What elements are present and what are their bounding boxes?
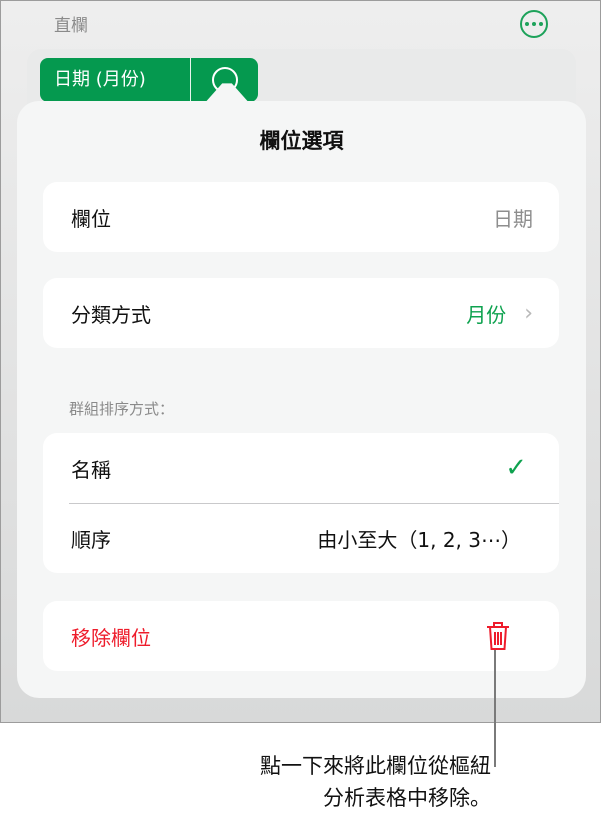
field-value: 日期: [493, 206, 533, 231]
field-pill-label[interactable]: 日期 (月份): [40, 58, 191, 102]
remove-field-label: 移除欄位: [71, 625, 151, 650]
group-by-label: 分類方式: [71, 302, 151, 327]
field-options-popover: 欄位選項 欄位 日期 分類方式 月份 › 群組排序方式： 名稱 ✓ 順序 由小至…: [17, 101, 586, 698]
section-title: 直欄: [54, 16, 88, 36]
remove-card[interactable]: 移除欄位: [43, 601, 559, 671]
field-row: 欄位 日期: [43, 182, 559, 252]
sort-name-label: 名稱: [71, 457, 111, 482]
sort-by-name-row[interactable]: 名稱 ✓: [43, 433, 559, 503]
group-by-card[interactable]: 分類方式 月份 ›: [43, 278, 559, 348]
sort-card: 名稱 ✓ 順序 由小至大（1, 2, 3⋯）: [43, 433, 559, 573]
sort-section-label: 群組排序方式：: [69, 400, 175, 418]
group-by-value: 月份: [466, 302, 507, 327]
trash-icon[interactable]: [485, 621, 511, 651]
callout-text: 點一下來將此欄位從樞紐 分析表格中移除。: [260, 750, 491, 814]
chevron-right-icon: ›: [524, 300, 533, 326]
callout-line-1: 點一下來將此欄位從樞紐: [260, 754, 491, 778]
group-by-row[interactable]: 分類方式 月份 ›: [43, 278, 559, 348]
callout-line-2: 分析表格中移除。: [323, 786, 491, 810]
remove-field-button[interactable]: 移除欄位: [43, 601, 559, 671]
callout-line: [494, 650, 496, 767]
sort-order-value: 由小至大（1, 2, 3⋯）: [317, 527, 521, 552]
sort-order-row[interactable]: 順序 由小至大（1, 2, 3⋯）: [43, 503, 559, 573]
checkmark-icon: ✓: [505, 453, 527, 483]
more-options-icon[interactable]: [520, 10, 548, 38]
sort-order-label: 順序: [71, 527, 111, 552]
screenshot-frame: 直欄 日期 (月份) 欄位選項 欄位 日期 分類方式 月份 › 群組排序方式： …: [0, 0, 601, 723]
field-label: 欄位: [71, 206, 111, 231]
field-card: 欄位 日期: [43, 182, 559, 252]
popover-title: 欄位選項: [259, 129, 344, 153]
